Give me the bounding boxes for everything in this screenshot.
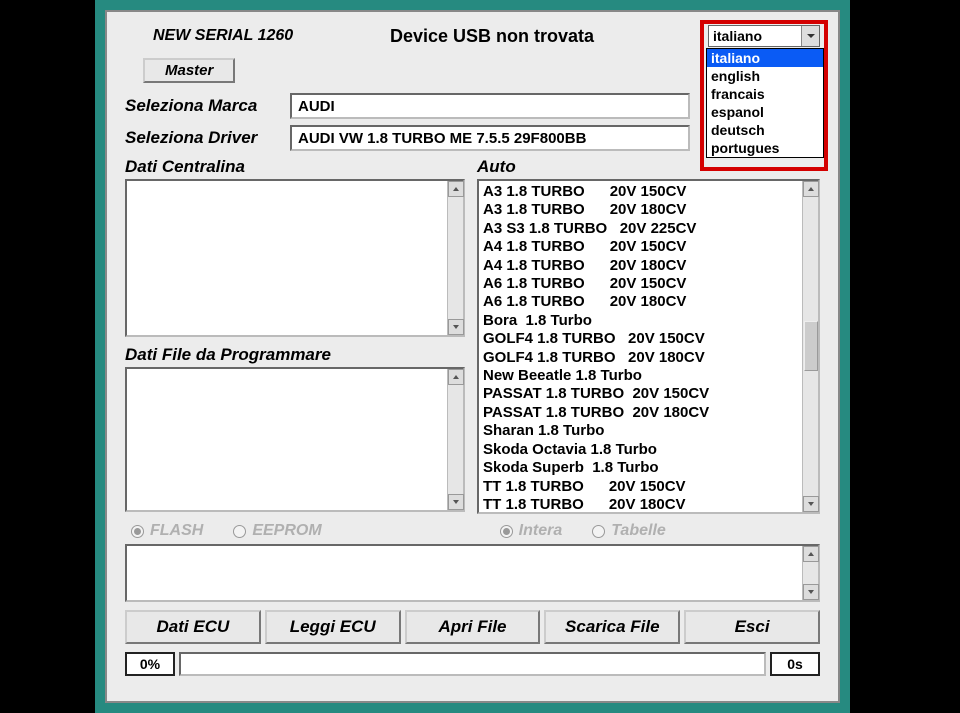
device-status: Device USB non trovata: [320, 26, 708, 47]
button-row: Dati ECU Leggi ECU Apri File Scarica Fil…: [125, 610, 820, 644]
scroll-down-icon[interactable]: [803, 584, 819, 600]
radio-eeprom[interactable]: EEPROM: [233, 522, 321, 540]
chevron-down-icon[interactable]: [801, 26, 819, 46]
scroll-up-icon[interactable]: [803, 546, 819, 562]
radio-icon: [233, 525, 246, 538]
scroll-up-icon[interactable]: [448, 181, 464, 197]
language-selected: italiano: [713, 28, 762, 44]
auto-item[interactable]: A3 S3 1.8 TURBO 20V 225CV: [483, 220, 814, 238]
file-listbox[interactable]: [125, 367, 465, 512]
scrollbar[interactable]: [802, 181, 818, 512]
auto-item[interactable]: Bora 1.8 Turbo: [483, 312, 814, 330]
radio-row: FLASH EEPROM Intera Tabelle: [125, 522, 820, 540]
scroll-up-icon[interactable]: [448, 369, 464, 385]
scroll-up-icon[interactable]: [803, 181, 819, 197]
esci-button[interactable]: Esci: [684, 610, 820, 644]
driver-label: Seleziona Driver: [125, 128, 290, 148]
auto-title: Auto: [477, 157, 820, 177]
auto-item[interactable]: TT 1.8 TURBO 20V 180CV: [483, 496, 814, 514]
app-frame: NEW SERIAL 1260 Device USB non trovata i…: [95, 0, 850, 713]
auto-listbox[interactable]: A3 1.8 TURBO 20V 150CVA3 1.8 TURBO 20V 1…: [477, 179, 820, 514]
auto-item[interactable]: A4 1.8 TURBO 20V 150CV: [483, 238, 814, 256]
language-option-portugues[interactable]: portugues: [707, 139, 823, 157]
scroll-down-icon[interactable]: [448, 494, 464, 510]
auto-item[interactable]: GOLF4 1.8 TURBO 20V 180CV: [483, 349, 814, 367]
language-dropdown[interactable]: italiano english francais espanol deutsc…: [706, 48, 824, 158]
apri-file-button[interactable]: Apri File: [405, 610, 541, 644]
auto-item[interactable]: Sharan 1.8 Turbo: [483, 422, 814, 440]
auto-item[interactable]: A6 1.8 TURBO 20V 150CV: [483, 275, 814, 293]
auto-item[interactable]: A3 1.8 TURBO 20V 180CV: [483, 201, 814, 219]
scrollbar[interactable]: [447, 369, 463, 510]
language-select[interactable]: italiano: [708, 25, 820, 47]
dati-ecu-button[interactable]: Dati ECU: [125, 610, 261, 644]
language-option-espanol[interactable]: espanol: [707, 103, 823, 121]
serial-label: NEW SERIAL 1260: [125, 27, 320, 45]
radio-flash[interactable]: FLASH: [131, 522, 203, 540]
scroll-down-icon[interactable]: [448, 319, 464, 335]
radio-tabelle[interactable]: Tabelle: [592, 522, 666, 540]
console-box: [125, 544, 820, 602]
scroll-down-icon[interactable]: [803, 496, 819, 512]
language-option-italiano[interactable]: italiano: [707, 49, 823, 67]
centralina-title: Dati Centralina: [125, 157, 465, 177]
scarica-file-button[interactable]: Scarica File: [544, 610, 680, 644]
lists-area: Dati Centralina Dati File da Programmare: [125, 157, 820, 514]
auto-item[interactable]: Skoda Octavia 1.8 Turbo: [483, 441, 814, 459]
marca-label: Seleziona Marca: [125, 96, 290, 116]
progress-row: 0% 0s: [125, 652, 820, 676]
progress-time: 0s: [770, 652, 820, 676]
main-window: NEW SERIAL 1260 Device USB non trovata i…: [105, 10, 840, 703]
progress-percent: 0%: [125, 652, 175, 676]
radio-icon: [500, 525, 513, 538]
auto-list[interactable]: A3 1.8 TURBO 20V 150CVA3 1.8 TURBO 20V 1…: [479, 181, 818, 516]
auto-item[interactable]: GOLF4 1.8 TURBO 20V 150CV: [483, 330, 814, 348]
language-option-english[interactable]: english: [707, 67, 823, 85]
auto-item[interactable]: Skoda Superb 1.8 Turbo: [483, 459, 814, 477]
header: NEW SERIAL 1260 Device USB non trovata i…: [125, 22, 820, 50]
auto-item[interactable]: A6 1.8 TURBO 20V 180CV: [483, 293, 814, 311]
language-option-deutsch[interactable]: deutsch: [707, 121, 823, 139]
scroll-thumb[interactable]: [804, 321, 818, 371]
master-button[interactable]: Master: [143, 58, 235, 83]
language-option-francais[interactable]: francais: [707, 85, 823, 103]
file-title: Dati File da Programmare: [125, 345, 465, 365]
auto-item[interactable]: A3 1.8 TURBO 20V 150CV: [483, 183, 814, 201]
auto-item[interactable]: New Beeatle 1.8 Turbo: [483, 367, 814, 385]
radio-intera[interactable]: Intera: [500, 522, 563, 540]
scrollbar[interactable]: [802, 546, 818, 600]
scrollbar[interactable]: [447, 181, 463, 335]
marca-input[interactable]: [290, 93, 690, 119]
radio-icon: [592, 525, 605, 538]
leggi-ecu-button[interactable]: Leggi ECU: [265, 610, 401, 644]
driver-input[interactable]: [290, 125, 690, 151]
radio-icon: [131, 525, 144, 538]
auto-item[interactable]: TT 1.8 TURBO 20V 150CV: [483, 478, 814, 496]
progress-bar: [179, 652, 766, 676]
auto-item[interactable]: A4 1.8 TURBO 20V 180CV: [483, 257, 814, 275]
centralina-listbox[interactable]: [125, 179, 465, 337]
auto-item[interactable]: PASSAT 1.8 TURBO 20V 180CV: [483, 404, 814, 422]
auto-item[interactable]: PASSAT 1.8 TURBO 20V 150CV: [483, 385, 814, 403]
